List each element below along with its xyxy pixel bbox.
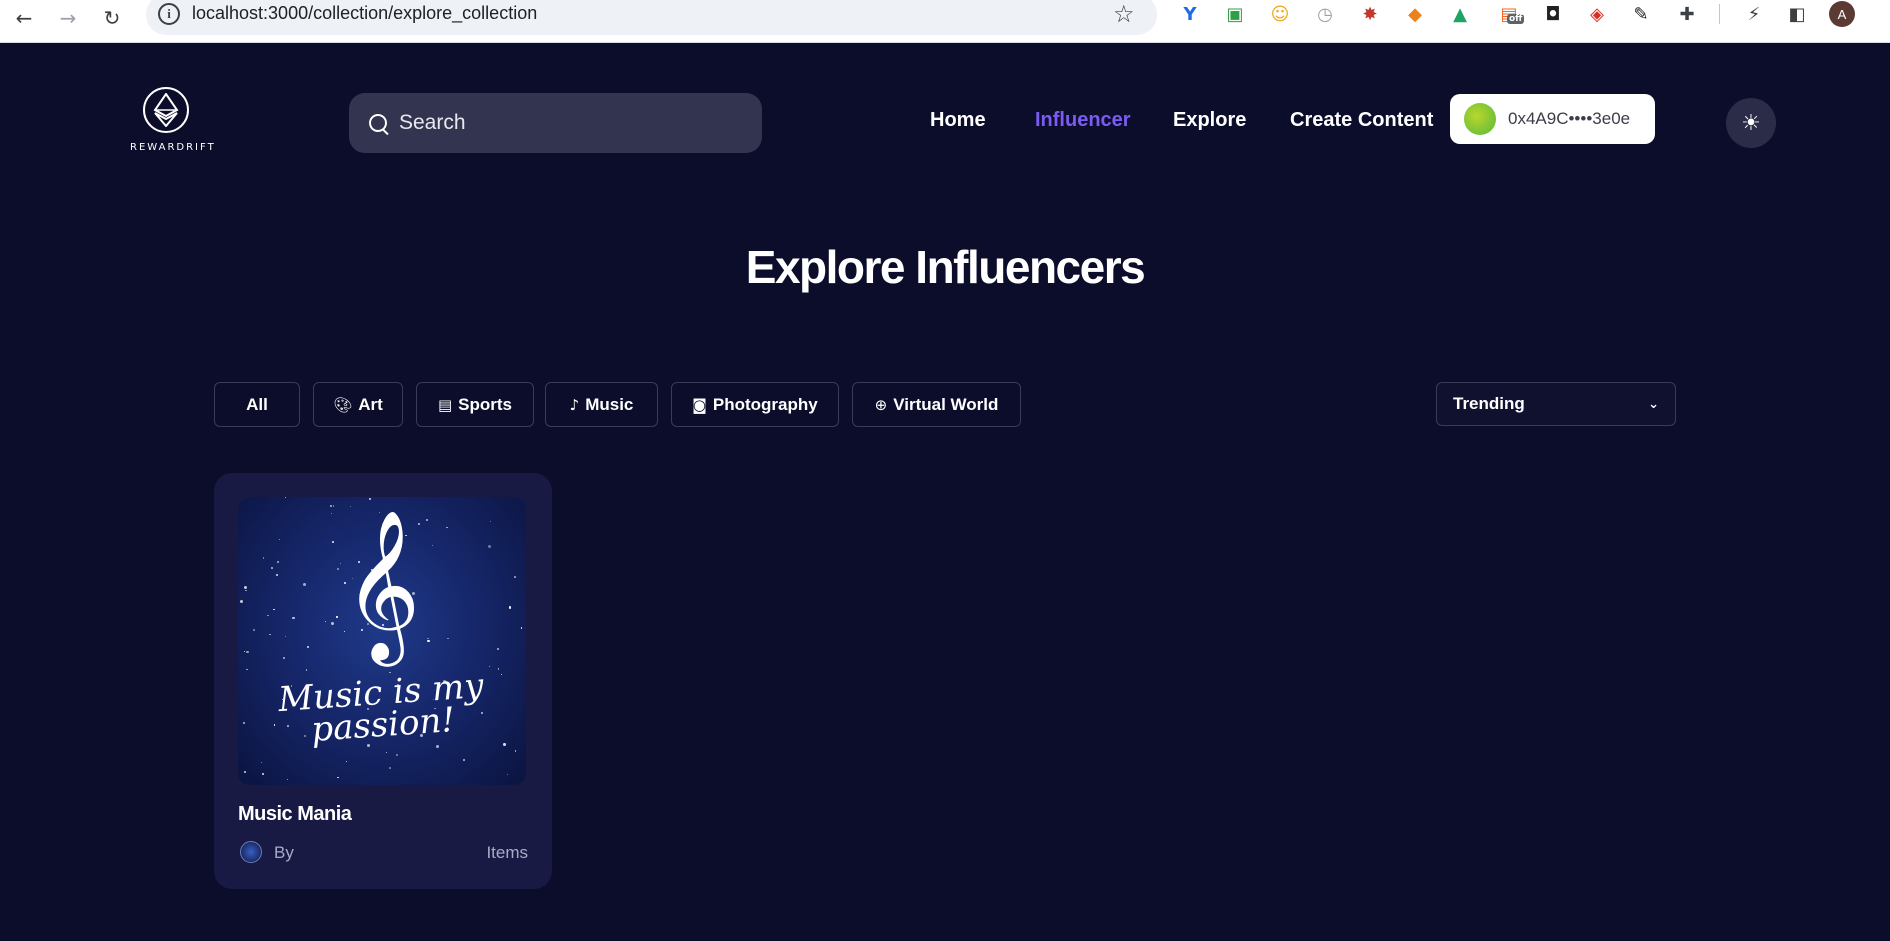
star-dot (369, 498, 371, 500)
filter-label: Music (585, 394, 634, 414)
star-dot (435, 745, 439, 749)
sort-selected-value: Trending (1453, 394, 1525, 413)
star-dot (329, 505, 332, 508)
filter-art[interactable]: 🎨︎ Art (313, 382, 403, 427)
collection-card[interactable]: 𝄞 Music is my passion! Music Mania By It… (214, 473, 552, 889)
creator-avatar[interactable] (240, 841, 262, 863)
collection-name[interactable]: Music Mania (238, 803, 352, 826)
wallet-button[interactable]: 0x4A9C••••3e0e (1450, 94, 1655, 144)
star-dot (286, 778, 289, 781)
star-dot (244, 771, 246, 773)
filter-label: Virtual World (893, 394, 999, 414)
star-dot (396, 754, 398, 757)
star-dot (489, 665, 491, 667)
lock-ext-icon[interactable]: ◘ (1541, 2, 1565, 26)
sort-select[interactable]: Trending ⌄ (1436, 382, 1676, 426)
browser-toolbar: ← → ↻ i localhost:3000/collection/explor… (0, 0, 1890, 43)
star-dot (305, 669, 308, 672)
puzzle-ext-icon[interactable]: ✚ (1675, 2, 1699, 26)
filter-all[interactable]: All (214, 382, 300, 427)
clock-ext-icon[interactable]: ◷ (1313, 2, 1337, 26)
filter-label: Photography (712, 394, 818, 414)
drive-ext-icon[interactable]: ▲ (1448, 2, 1472, 26)
star-dot (283, 657, 286, 660)
star-dot (514, 750, 517, 753)
extension-badge: off (1507, 14, 1525, 24)
star-dot (332, 504, 335, 507)
palette-icon: 🎨︎ (333, 395, 353, 414)
toolbar-divider (1719, 4, 1720, 24)
theme-toggle-button[interactable]: ☀ (1726, 98, 1776, 148)
star-dot (337, 776, 339, 779)
star-dot (385, 751, 388, 754)
star-dot (246, 650, 249, 653)
star-dot (260, 761, 263, 764)
star-dot (246, 668, 248, 671)
site-info-icon[interactable]: i (158, 3, 180, 25)
nav-explore[interactable]: Explore (1173, 109, 1246, 132)
star-dot (506, 774, 508, 776)
search-bar[interactable] (349, 93, 762, 153)
filter-virtual-world[interactable]: ⊕ Virtual World (852, 382, 1021, 427)
profile-avatar[interactable]: A (1829, 1, 1855, 27)
filter-photography[interactable]: ◙ Photography (671, 382, 839, 427)
sun-icon: ☀ (1741, 110, 1761, 136)
star-dot (463, 758, 466, 761)
collection-image[interactable]: 𝄞 Music is my passion! (238, 497, 526, 785)
side-panel-icon[interactable]: ◧ (1785, 2, 1809, 26)
site-logo[interactable]: REWARDRIFT (130, 87, 214, 157)
filter-label: Sports (458, 394, 513, 414)
reload-icon[interactable]: ↻ (97, 3, 127, 33)
filter-label: All (246, 394, 268, 414)
nav-create-content[interactable]: Create Content (1290, 109, 1433, 132)
music-note-icon: ♪ (569, 395, 580, 414)
star-dot (503, 743, 506, 746)
items-count: Items (486, 843, 528, 862)
star-dot (346, 760, 348, 763)
off-ext-icon[interactable]: ▤off (1497, 2, 1525, 26)
y-ext-icon[interactable]: Y (1178, 2, 1202, 26)
camera-icon: ◙ (692, 395, 707, 414)
nav-home[interactable]: Home (930, 109, 986, 132)
treble-clef-icon: 𝄞 (343, 508, 421, 660)
nav-influencer[interactable]: Influencer (1035, 109, 1131, 132)
metamask-ext-icon[interactable]: ◆ (1403, 2, 1427, 26)
eyedropper-ext-icon[interactable]: ✎ (1629, 2, 1653, 26)
forward-icon[interactable]: → (53, 3, 83, 33)
ethereum-logo-icon (143, 87, 189, 133)
face-ext-icon[interactable]: ☺ (1268, 2, 1292, 26)
performance-icon[interactable]: ⚡ (1742, 2, 1766, 26)
search-icon (369, 114, 387, 132)
star-dot (261, 773, 265, 776)
star-dot (389, 766, 391, 769)
star-dot (244, 650, 246, 652)
image-caption: Music is my passion! (277, 665, 485, 750)
star-dot (331, 513, 333, 515)
chevron-down-icon: ⌄ (1648, 396, 1659, 412)
back-icon[interactable]: ← (9, 3, 39, 33)
bookmark-star-icon[interactable]: ☆ (1113, 0, 1135, 28)
bug-ext-icon[interactable]: ✸ (1358, 2, 1382, 26)
logo-wordmark: REWARDRIFT (130, 142, 216, 153)
wallet-avatar (1464, 103, 1496, 135)
url-text[interactable]: localhost:3000/collection/explore_collec… (192, 3, 537, 24)
search-input[interactable] (399, 111, 719, 135)
page-title: Explore Influencers (745, 241, 1146, 293)
star-dot (285, 497, 287, 499)
camera-ext-icon[interactable]: ▣ (1223, 2, 1247, 26)
shield-ext-icon[interactable]: ◈ (1585, 2, 1609, 26)
wallet-address: 0x4A9C••••3e0e (1508, 109, 1631, 128)
filter-label: Art (358, 394, 383, 414)
filter-sports[interactable]: ▤ Sports (416, 382, 534, 427)
creator-by-label: By (274, 843, 294, 862)
filter-music[interactable]: ♪ Music (545, 382, 658, 427)
ticket-icon: ▤ (437, 395, 453, 414)
globe-icon: ⊕ (874, 395, 888, 414)
